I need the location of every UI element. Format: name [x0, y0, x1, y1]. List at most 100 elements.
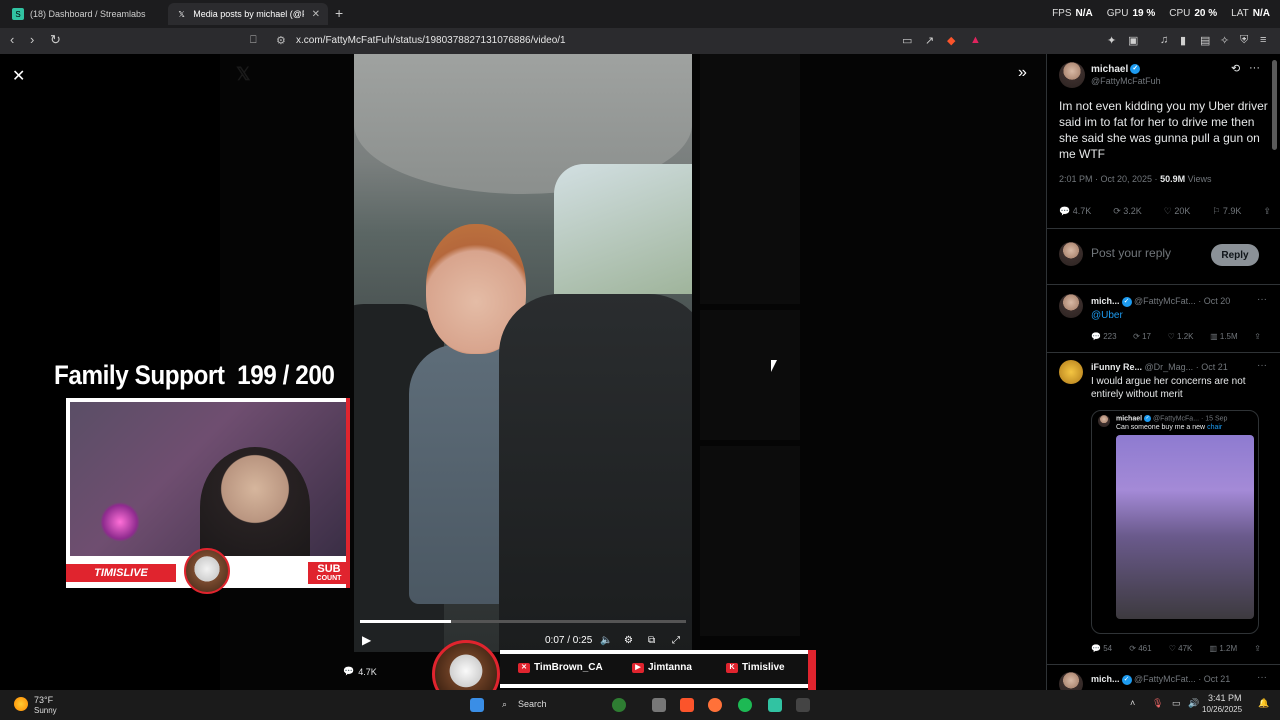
- tab-bar: S (18) Dashboard / Streamlabs 𝕏 Media po…: [0, 0, 1280, 28]
- file-explorer-icon[interactable]: [652, 698, 666, 712]
- reply-stat[interactable]: 💬 223: [1091, 332, 1117, 341]
- cast-icon[interactable]: ▭: [902, 34, 912, 47]
- my-avatar: [1059, 242, 1083, 266]
- repost-stat[interactable]: ⟳ 17: [1133, 332, 1151, 341]
- play-icon[interactable]: ▶: [362, 633, 371, 647]
- brand-name: TIMISLIVE: [66, 564, 176, 582]
- brave-rewards-icon[interactable]: ▲: [970, 34, 981, 46]
- avatar[interactable]: [1059, 62, 1085, 88]
- reply-input[interactable]: Post your reply: [1091, 246, 1171, 260]
- share-icon[interactable]: ⇪: [1263, 206, 1271, 217]
- chevron-up-icon[interactable]: ˄: [1130, 698, 1135, 708]
- tab-media-posts[interactable]: 𝕏 Media posts by michael (@Fatty ✕: [168, 3, 328, 25]
- mouse-cursor: [771, 360, 777, 372]
- reply-stat[interactable]: 💬 4.7K: [1059, 206, 1091, 217]
- spotify-icon[interactable]: [738, 698, 752, 712]
- quoted-tweet[interactable]: michael ✓ @FattyMcFa... · 15 Sep Can some…: [1091, 410, 1259, 634]
- taskbar-search[interactable]: Search: [518, 699, 547, 709]
- repost-stat[interactable]: ⟳ 3.2K: [1113, 206, 1142, 217]
- search-icon[interactable]: ⌕: [502, 699, 507, 710]
- app-icon[interactable]: [796, 698, 810, 712]
- notification-icon[interactable]: 🔔: [1258, 698, 1269, 709]
- like-stat[interactable]: ♡ 1.2K: [1168, 332, 1194, 341]
- author-handle[interactable]: @FattyMcFatFuh: [1091, 76, 1161, 86]
- video-progress-fill: [360, 620, 452, 623]
- music-icon[interactable]: ♫: [1160, 34, 1168, 46]
- extensions-icon[interactable]: ✦: [1107, 34, 1116, 47]
- network-icon[interactable]: ▭: [1172, 698, 1181, 709]
- quote-image[interactable]: [1116, 435, 1254, 619]
- url-field[interactable]: x.com/FattyMcFatFuh/status/1980378827131…: [296, 35, 566, 46]
- tweet-timestamp: 2:01 PM · Oct 20, 2025 · 50.9M Views: [1059, 174, 1212, 184]
- weather-desc[interactable]: Sunny: [34, 706, 57, 715]
- x-logo-icon: 𝕏: [236, 64, 251, 84]
- video-player[interactable]: [354, 54, 692, 652]
- close-icon[interactable]: ✕: [12, 66, 25, 86]
- app-icon[interactable]: [612, 698, 626, 712]
- new-tab-button[interactable]: +: [335, 5, 343, 21]
- verified-icon: ✓: [1121, 674, 1132, 685]
- volume-icon[interactable]: 🔊: [1188, 698, 1199, 709]
- more-icon[interactable]: ···: [1249, 62, 1260, 74]
- weather-temp[interactable]: 73°F: [34, 695, 53, 705]
- like-stat[interactable]: ♡ 20K: [1164, 206, 1191, 217]
- avatar[interactable]: [1059, 672, 1083, 690]
- bookmark-stat[interactable]: ⚐ 7.9K: [1212, 206, 1241, 217]
- tweet-text: Im not even kidding you my Uber driver s…: [1059, 99, 1268, 161]
- quote-header: michael ✓ @FattyMcFa... · 15 Sep: [1116, 415, 1228, 423]
- microphone-icon[interactable]: 🎙: [1152, 698, 1163, 709]
- avatar[interactable]: [1059, 294, 1083, 318]
- weather-icon[interactable]: [14, 697, 28, 711]
- start-icon[interactable]: [470, 698, 484, 712]
- menu-icon[interactable]: ≡: [1260, 34, 1266, 46]
- address-bar-row: ‹ › ↻ ⎕ ⚙ x.com/FattyMcFatFuh/status/198…: [0, 28, 1280, 54]
- wallet-icon[interactable]: ▤: [1200, 34, 1210, 47]
- reload-icon[interactable]: ↻: [50, 33, 61, 47]
- reply-metrics: 💬 54 ⟳ 461 ♡ 47K ▥ 1.2M ⇪: [1091, 644, 1261, 653]
- grok-icon[interactable]: ⟲: [1231, 62, 1240, 75]
- family-support-counter: Family Support 199 / 200: [54, 360, 335, 390]
- sidebar-icon[interactable]: ▮: [1180, 34, 1186, 47]
- author-name[interactable]: michael ✓: [1091, 64, 1141, 75]
- views-stat[interactable]: ▥ 1.5M: [1210, 332, 1238, 341]
- more-icon[interactable]: ···: [1257, 672, 1267, 683]
- streamlabs-icon[interactable]: [768, 698, 782, 712]
- dog-logo-icon: [184, 548, 230, 594]
- share-icon[interactable]: ⇪: [1254, 332, 1261, 341]
- tweet-panel: michael ✓ @FattyMcFatFuh ⟲ ··· Im not eve…: [1046, 54, 1280, 690]
- forward-icon[interactable]: ›: [30, 33, 34, 47]
- vpn-icon[interactable]: ⛨: [1240, 34, 1248, 47]
- x-logo-icon: 𝕏: [178, 9, 185, 19]
- like-stat[interactable]: ♡ 47K: [1169, 644, 1193, 653]
- brave-icon[interactable]: [680, 698, 694, 712]
- back-icon[interactable]: ‹: [10, 33, 14, 47]
- more-icon[interactable]: ···: [1257, 360, 1267, 371]
- scrollbar[interactable]: [1272, 60, 1277, 150]
- video-progress-bar[interactable]: [360, 620, 686, 623]
- reply-stat[interactable]: 💬 54: [1091, 644, 1112, 653]
- reply-button[interactable]: Reply: [1211, 244, 1259, 266]
- taskbar: 73°F Sunny ⌕ Search ˄ 🎙 ▭ 🔊 3:41 PM 10/2…: [0, 690, 1280, 720]
- close-tab-icon[interactable]: ✕: [312, 9, 320, 20]
- bookmark-icon[interactable]: ⎕: [250, 34, 257, 47]
- views-stat[interactable]: ▥ 1.2M: [1210, 644, 1238, 653]
- expand-panel-icon[interactable]: »: [1018, 64, 1027, 82]
- stat-lat: LAT N/A: [1231, 8, 1270, 19]
- reply-text[interactable]: @Uber: [1091, 310, 1123, 321]
- leo-icon[interactable]: ✧: [1220, 34, 1229, 47]
- sub-count-label: SUB COUNT: [308, 562, 350, 584]
- brave-shields-icon[interactable]: ◆: [947, 34, 955, 47]
- verified-icon: ✓: [1130, 64, 1141, 75]
- share-icon[interactable]: ↗: [925, 34, 934, 47]
- share-icon[interactable]: ⇪: [1254, 644, 1261, 653]
- clock-time[interactable]: 3:41 PM: [1208, 693, 1242, 703]
- tab-streamlabs[interactable]: S (18) Dashboard / Streamlabs: [4, 3, 164, 25]
- reply-count[interactable]: 💬 4.7K: [343, 666, 377, 677]
- more-icon[interactable]: ···: [1257, 294, 1267, 305]
- clock-date[interactable]: 10/26/2025: [1202, 705, 1242, 714]
- screenshot-icon[interactable]: ▣: [1128, 34, 1138, 47]
- firefox-icon[interactable]: [708, 698, 722, 712]
- avatar[interactable]: [1059, 360, 1083, 384]
- site-settings-icon[interactable]: ⚙: [276, 34, 286, 47]
- repost-stat[interactable]: ⟳ 461: [1129, 644, 1151, 653]
